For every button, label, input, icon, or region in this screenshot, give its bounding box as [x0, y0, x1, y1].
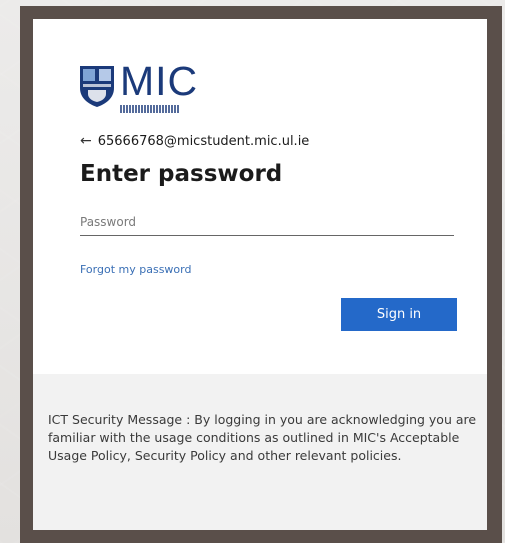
account-email: 65666768@micstudent.mic.ul.ie — [97, 133, 310, 149]
security-message-text: ICT Security Message : By logging in you… — [48, 412, 477, 463]
crest-icon — [80, 66, 114, 107]
security-message-panel: ICT Security Message : By logging in you… — [33, 374, 487, 530]
logo-wordmark: MIC — [120, 58, 199, 104]
back-arrow-icon[interactable]: ← — [80, 133, 92, 149]
login-card: MIC ← 65666768@micstudent.mic.ul.ie Ente… — [33, 19, 487, 530]
page-title: Enter password — [80, 161, 283, 187]
logo-tagline-strip — [120, 105, 180, 113]
account-row[interactable]: ← 65666768@micstudent.mic.ul.ie — [80, 133, 309, 149]
sign-in-button[interactable]: Sign in — [341, 298, 457, 331]
mic-logo: MIC — [78, 58, 198, 116]
password-input[interactable] — [80, 209, 454, 236]
forgot-password-link[interactable]: Forgot my password — [80, 263, 191, 276]
